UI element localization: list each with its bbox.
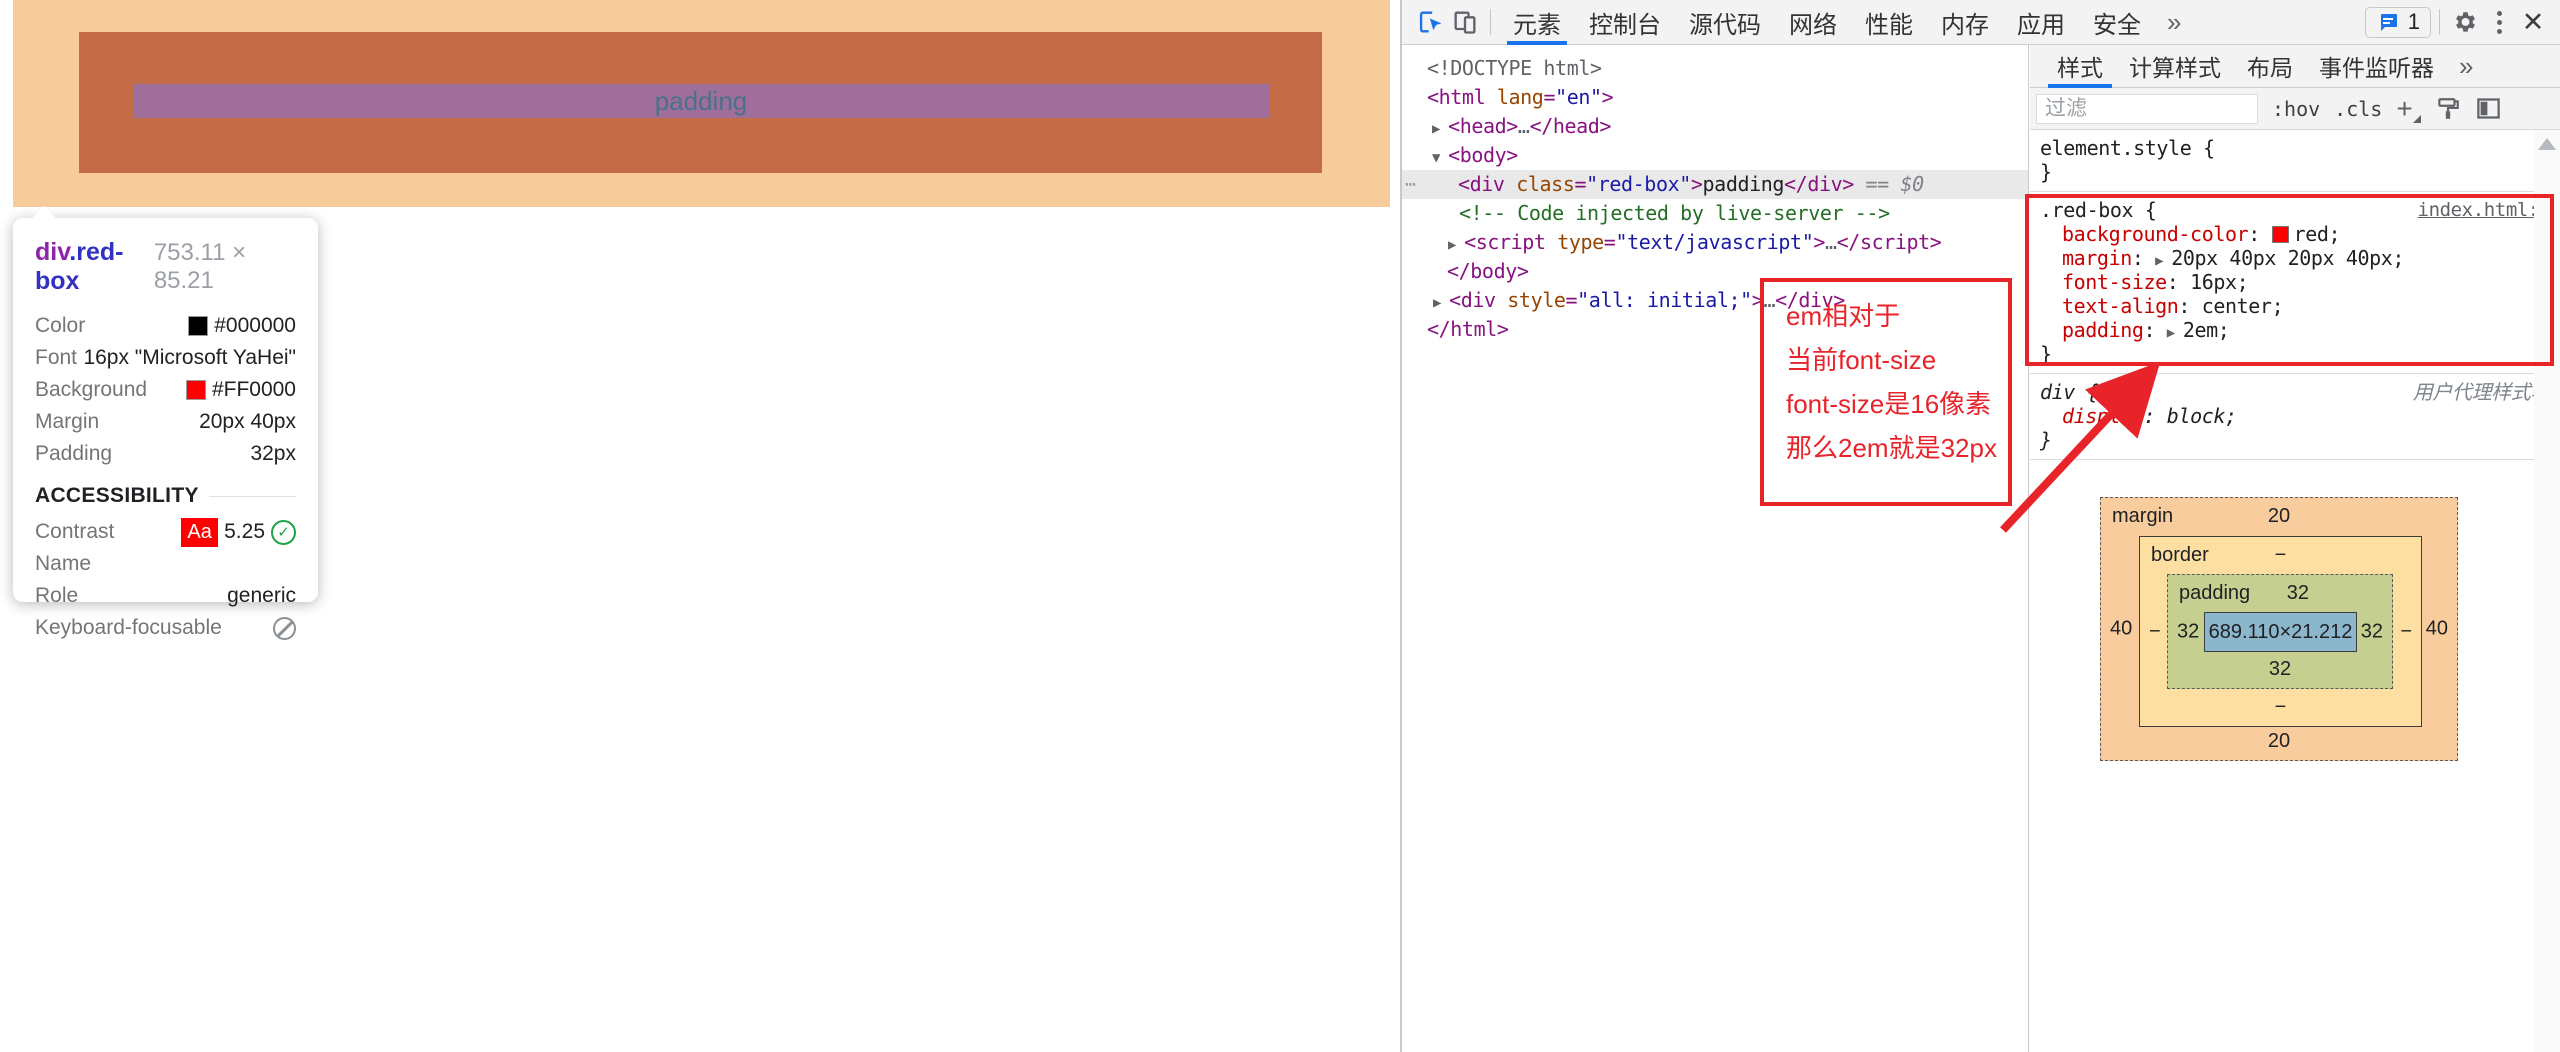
more-style-tabs-icon[interactable]: » [2447,51,2485,82]
tab-network[interactable]: 网络 [1775,0,1851,45]
tooltip-contrast-row: Contrast Aa 5.25 ✓ [35,516,296,548]
tooltip-color-row: Color #000000 [35,310,296,342]
accessibility-header: ACCESSIBILITY [35,484,296,508]
css-prop-background-color[interactable]: background-color: red; [2030,222,2560,246]
tooltip-keyboard-row: Keyboard-focusable [35,612,296,644]
dock-sidebar-icon[interactable] [2475,95,2502,122]
box-model-content[interactable]: 689.110×21.212 [2204,612,2357,652]
elements-panel: <!DOCTYPE html> <html lang="en"> ▶ <head… [1402,45,2029,1052]
rule-selector[interactable]: .red-box { [2040,198,2156,222]
tab-console[interactable]: 控制台 [1575,0,1675,45]
tree-row-red-box-selected[interactable]: ⋯ <div class="red-box">padding</div> == … [1402,170,2028,199]
css-prop-display[interactable]: display: block; [2030,404,2560,428]
css-prop-padding[interactable]: padding: ▶ 2em; [2030,318,2560,342]
tab-elements[interactable]: 元素 [1499,0,1575,45]
css-prop-text-align[interactable]: text-align: center; [2030,294,2560,318]
styles-scrollbar[interactable] [2534,130,2560,1052]
tooltip-title: div.red-box 753.11 × 85.21 [35,238,296,296]
tooltip-dimensions: 753.11 × 85.21 [154,239,296,295]
css-prop-margin[interactable]: margin: ▶ 20px 40px 20px 40px; [2030,246,2560,270]
background-swatch [186,380,206,400]
tab-memory[interactable]: 内存 [1927,0,2003,45]
styles-panel: 样式 计算样式 布局 事件监听器 » :hov .cls + element.s… [2030,45,2560,1052]
tree-row-body[interactable]: ▼ <body> [1402,141,2028,170]
devtools-toolbar: 元素 控制台 源代码 网络 性能 内存 应用 安全 » 1 ✕ [1402,0,2560,45]
toggle-class-button[interactable]: .cls [2334,97,2382,121]
box-model-padding[interactable]: padding 32 32 32 32 689.110×21.212 [2167,574,2393,689]
red-box-rule-section[interactable]: .red-box { index.html:9 background-color… [2030,192,2560,374]
annotation-note-box: em相对于 当前font-size font-size是16像素 那么2em就是… [1760,278,2012,506]
css-prop-font-size[interactable]: font-size: 16px; [2030,270,2560,294]
color-swatch [188,316,208,336]
contrast-pass-icon: ✓ [271,520,296,545]
page-text: padding [655,86,748,117]
node-options-icon[interactable]: ⋯ [1405,170,1417,199]
tab-performance[interactable]: 性能 [1851,0,1927,45]
tab-sources[interactable]: 源代码 [1675,0,1775,45]
tooltip-tag: div [35,238,69,266]
tab-event-listeners[interactable]: 事件监听器 [2306,45,2447,88]
ua-stylesheet-label: 用户代理样式表 [2413,380,2550,404]
rendered-page: padding div.red-box 753.11 × 85.21 Color… [0,0,1400,1052]
settings-gear-icon[interactable] [2448,5,2482,39]
styles-tab-bar: 样式 计算样式 布局 事件监听器 » [2030,45,2560,88]
toolbar-separator [1490,9,1491,35]
box-model-border[interactable]: border − − − − padding 32 32 32 32 689.1… [2139,536,2422,727]
tree-row-comment[interactable]: <!-- Code injected by live-server --> [1402,199,2028,228]
styles-filter-bar: :hov .cls + [2030,88,2560,130]
style-filter-input[interactable] [2036,94,2258,124]
tooltip-margin-row: Margin 20px 40px [35,406,296,438]
inspect-element-icon[interactable] [1414,5,1448,39]
contrast-sample-chip: Aa [181,518,218,547]
devtools: 元素 控制台 源代码 网络 性能 内存 应用 安全 » 1 ✕ <!DOCTYP… [1402,0,2560,1052]
not-focusable-icon [273,617,296,640]
tab-styles[interactable]: 样式 [2044,45,2116,88]
tooltip-font-row: Font 16px "Microsoft YaHei" [35,342,296,374]
issues-icon [2376,10,2400,34]
tooltip-background-row: Background #FF0000 [35,374,296,406]
more-tabs-icon[interactable]: » [2155,7,2193,38]
tab-application[interactable]: 应用 [2003,0,2079,45]
toggle-hover-button[interactable]: :hov [2272,97,2320,121]
tree-row-html[interactable]: <html lang="en"> [1402,83,2028,112]
close-devtools-icon[interactable]: ✕ [2516,5,2550,39]
tree-row-script[interactable]: ▶ <script type="text/javascript">…</scri… [1402,228,2028,257]
tab-layout[interactable]: 布局 [2234,45,2306,88]
box-model-margin[interactable]: margin 20 20 40 40 border − − − − paddin… [2100,497,2458,761]
tooltip-role-row: Role generic [35,580,296,612]
stylesheet-link[interactable]: index.html:9 [2418,198,2550,222]
issues-button[interactable]: 1 [2365,7,2431,38]
new-style-rule-button[interactable]: + [2396,93,2420,125]
tab-computed[interactable]: 计算样式 [2116,45,2234,88]
device-toolbar-icon[interactable] [1448,5,1482,39]
tooltip-padding-row: Padding 32px [35,438,296,470]
scroll-up-icon[interactable] [2538,138,2556,150]
tree-row-doctype[interactable]: <!DOCTYPE html> [1402,54,2028,83]
inspect-tooltip: div.red-box 753.11 × 85.21 Color #000000… [13,218,318,602]
element-style-section[interactable]: element.style { } [2030,130,2560,192]
tree-row-head[interactable]: ▶ <head>…</head> [1402,112,2028,141]
tooltip-name-row: Name [35,548,296,580]
tooltip-caret [31,206,57,219]
content-highlight: padding [133,84,1269,118]
paint-format-icon[interactable] [2435,96,2461,122]
menu-kebab-icon[interactable] [2482,5,2516,39]
tab-security[interactable]: 安全 [2079,0,2155,45]
ua-rule-selector[interactable]: div { [2040,380,2098,404]
user-agent-rule-section[interactable]: div { 用户代理样式表 display: block; } [2030,374,2560,460]
